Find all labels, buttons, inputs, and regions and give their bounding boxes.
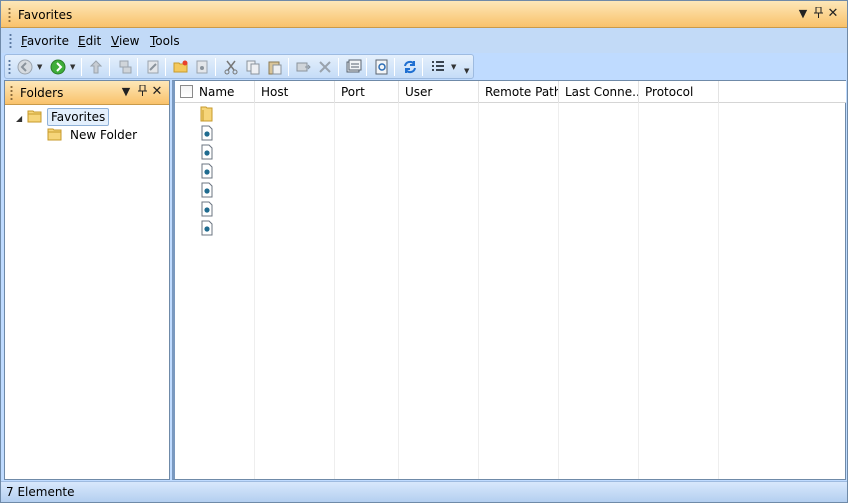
list-item-favorite[interactable] — [199, 163, 215, 179]
menu-tools-label: ools — [155, 34, 180, 48]
folders-title: Folders — [20, 86, 64, 100]
column-header-user[interactable]: User — [399, 81, 479, 103]
columns-icon[interactable] — [429, 58, 447, 76]
refresh-icon[interactable] — [401, 58, 419, 76]
preview-icon[interactable] — [373, 58, 391, 76]
title-bar[interactable]: Favorites ▼ ✕ — [1, 1, 847, 28]
properties-icon[interactable] — [345, 58, 363, 76]
move-icon[interactable] — [294, 58, 312, 76]
favorite-file-icon — [201, 163, 213, 179]
back-icon[interactable] — [16, 58, 34, 76]
menu-bar: Favorite Edit View Tools — [1, 29, 847, 53]
list-item-favorite[interactable] — [199, 144, 215, 160]
column-divider — [718, 103, 719, 479]
pin-icon[interactable] — [812, 6, 824, 21]
folder-icon — [27, 108, 43, 127]
window-title: Favorites — [18, 8, 73, 22]
folders-panel: Folders ▼ ✕ ◢ Favorites New Folder — [4, 80, 170, 480]
delete-icon[interactable] — [316, 58, 334, 76]
folder-icon — [200, 106, 213, 122]
close-icon[interactable]: ✕ — [827, 7, 839, 21]
toolbar-separator — [215, 58, 216, 76]
tree-item-favorites[interactable]: Favorites — [27, 108, 110, 127]
tree-item-new-folder[interactable]: New Folder — [47, 126, 140, 144]
column-divider — [334, 103, 335, 479]
columns-dropdown-icon[interactable]: ▼ — [451, 63, 456, 71]
favorites-window: Favorites ▼ ✕ Favorite Edit View Tools ▼… — [0, 0, 848, 503]
list-item-favorite[interactable] — [199, 201, 215, 217]
column-divider — [398, 103, 399, 479]
favorite-file-icon — [201, 144, 213, 160]
column-divider — [478, 103, 479, 479]
menu-grip[interactable] — [9, 33, 12, 49]
menu-favorite[interactable]: Favorite — [21, 34, 69, 48]
forward-icon[interactable] — [49, 58, 67, 76]
favorite-file-icon — [201, 220, 213, 236]
list-item-folder[interactable] — [199, 106, 215, 122]
folders-header[interactable]: Folders ▼ ✕ — [5, 81, 169, 105]
menu-view[interactable]: View — [111, 34, 139, 48]
tree-collapse-icon[interactable]: ◢ — [16, 114, 22, 123]
column-divider — [638, 103, 639, 479]
menu-tools[interactable]: Tools — [150, 34, 180, 48]
toolbar-separator — [165, 58, 166, 76]
folder-icon — [47, 126, 63, 145]
folders-pin-icon[interactable] — [136, 84, 148, 99]
status-bar: 7 Elemente — [1, 481, 847, 502]
menu-edit[interactable]: Edit — [78, 34, 101, 48]
list-header: Name Host Port User Remote Path Last Con… — [175, 81, 846, 103]
list-item-favorite[interactable] — [199, 182, 215, 198]
favorite-file-icon — [201, 125, 213, 141]
menu-favorite-label: avorite — [26, 34, 69, 48]
status-text: 7 Elemente — [6, 485, 75, 499]
folders-close-icon[interactable]: ✕ — [151, 85, 163, 99]
title-grip[interactable] — [8, 7, 11, 23]
tree-label-favorites: Favorites — [47, 108, 110, 126]
column-divider — [254, 103, 255, 479]
column-header-port[interactable]: Port — [335, 81, 399, 103]
toolbar-separator — [81, 58, 82, 76]
cut-icon[interactable] — [222, 58, 240, 76]
copy-icon[interactable] — [244, 58, 262, 76]
toolbar: ▼ ▼ ▼ ▼ — [4, 54, 474, 79]
list-item-favorite[interactable] — [199, 220, 215, 236]
column-header-name[interactable]: Name — [193, 81, 255, 103]
column-divider — [558, 103, 559, 479]
up-folder-icon[interactable] — [87, 58, 105, 76]
back-dropdown-icon[interactable]: ▼ — [37, 63, 42, 71]
connect-icon[interactable] — [116, 58, 134, 76]
toolbar-separator — [422, 58, 423, 76]
forward-dropdown-icon[interactable]: ▼ — [70, 63, 75, 71]
column-header-protocol[interactable]: Protocol — [639, 81, 719, 103]
select-all-checkbox[interactable] — [180, 85, 193, 98]
toolbar-separator — [288, 58, 289, 76]
toolbar-grip[interactable] — [8, 59, 11, 75]
favorites-list: Name Host Port User Remote Path Last Con… — [172, 80, 846, 480]
toolbar-overflow-icon[interactable]: ▼ — [464, 67, 469, 75]
column-header-last-connected[interactable]: Last Conne... — [559, 81, 639, 103]
dropdown-arrow-icon[interactable]: ▼ — [797, 7, 809, 21]
favorite-file-icon — [201, 201, 213, 217]
column-header-host[interactable]: Host — [255, 81, 335, 103]
paste-icon[interactable] — [266, 58, 284, 76]
new-folder-icon[interactable] — [172, 58, 190, 76]
favorite-file-icon — [201, 182, 213, 198]
tree-label-new-folder: New Folder — [70, 128, 138, 142]
menu-edit-accel: E — [78, 34, 86, 48]
toolbar-separator — [338, 58, 339, 76]
new-favorite-icon[interactable] — [193, 58, 211, 76]
folders-grip[interactable] — [10, 85, 13, 101]
list-item-favorite[interactable] — [199, 125, 215, 141]
menu-edit-label: dit — [85, 34, 102, 48]
toolbar-separator — [109, 58, 110, 76]
menu-view-accel: V — [111, 34, 119, 48]
column-header-remote-path[interactable]: Remote Path — [479, 81, 559, 103]
edit-icon[interactable] — [144, 58, 162, 76]
toolbar-separator — [394, 58, 395, 76]
toolbar-separator — [137, 58, 138, 76]
menu-view-label: iew — [118, 34, 140, 48]
toolbar-separator — [366, 58, 367, 76]
folders-dropdown-icon[interactable]: ▼ — [120, 85, 132, 99]
